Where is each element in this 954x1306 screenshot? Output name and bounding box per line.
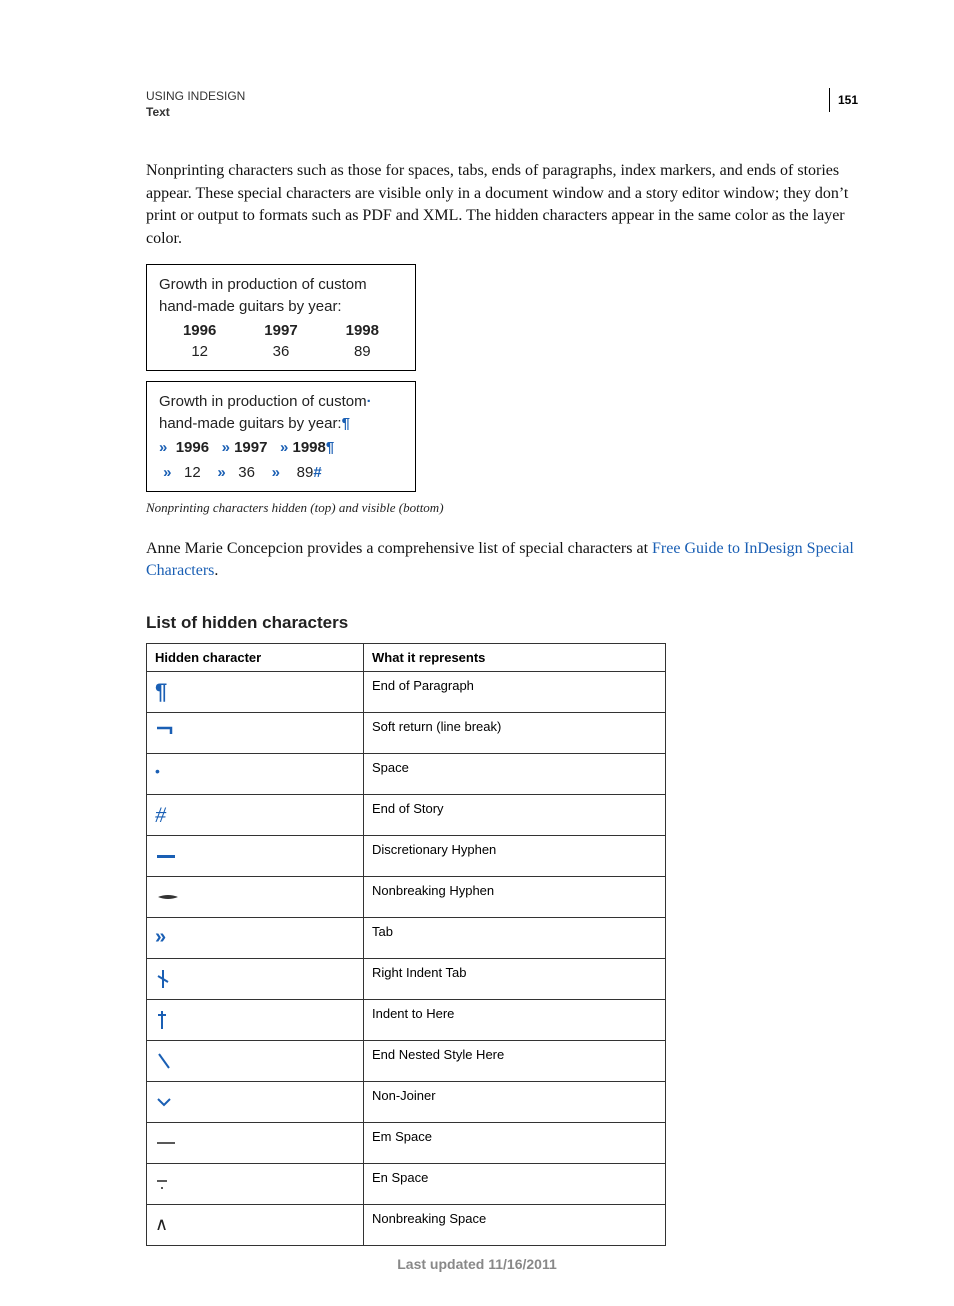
end-of-story-icon: # [313, 464, 321, 481]
hidden-char-meaning: End Nested Style Here [364, 1040, 666, 1081]
hidden-char-meaning: Soft return (line break) [364, 712, 666, 753]
section-heading: List of hidden characters [146, 613, 858, 633]
right-indent-tab-icon [147, 958, 364, 999]
figure-title-1a: Growth in production of custom [159, 275, 403, 295]
tab-icon: » [147, 917, 364, 958]
table-row: Soft return (line break) [147, 712, 666, 753]
val-1: 36 [273, 342, 290, 362]
figure-frame-hidden: Growth in production of custom hand-made… [146, 264, 416, 371]
pilcrow-icon: ¶ [326, 439, 334, 456]
hidden-char-meaning: Discretionary Hyphen [364, 835, 666, 876]
figure-title-2a: Growth in production of custom· [159, 392, 403, 412]
table-row: Discretionary Hyphen [147, 835, 666, 876]
table-row: Nonbreaking Hyphen [147, 876, 666, 917]
table-row: Right Indent Tab [147, 958, 666, 999]
nb-hyphen-icon [147, 876, 364, 917]
hidden-characters-table: Hidden character What it represents ¶End… [146, 643, 666, 1246]
val-0: 12 [191, 342, 208, 362]
table-row: •Space [147, 753, 666, 794]
hidden-char-meaning: Non-Joiner [364, 1081, 666, 1122]
pilcrow-icon: ¶ [147, 671, 364, 712]
running-head-line2: Text [146, 104, 245, 120]
hidden-char-meaning: End of Paragraph [364, 671, 666, 712]
table-row: Non-Joiner [147, 1081, 666, 1122]
year-0: 1996 [183, 321, 216, 341]
hidden-char-meaning: Space [364, 753, 666, 794]
hidden-char-meaning: Em Space [364, 1122, 666, 1163]
figure-frame-visible: Growth in production of custom· hand-mad… [146, 381, 416, 492]
pilcrow-icon: ¶ [342, 415, 350, 432]
year-1: 1997 [264, 321, 297, 341]
hidden-char-meaning: Indent to Here [364, 999, 666, 1040]
end-nested-icon [147, 1040, 364, 1081]
em-space-icon [147, 1122, 364, 1163]
space-dot-icon: · [367, 393, 372, 410]
non-joiner-icon [147, 1081, 364, 1122]
hidden-char-meaning: Right Indent Tab [364, 958, 666, 999]
figure-title-1b: hand-made guitars by year: [159, 297, 403, 317]
figure-years-visible: » 1996 » 1997 » 1998¶ [159, 438, 403, 458]
hidden-char-meaning: En Space [364, 1163, 666, 1204]
year-2: 1998 [346, 321, 379, 341]
en-space-icon [147, 1163, 364, 1204]
table-row: End Nested Style Here [147, 1040, 666, 1081]
hidden-char-meaning: Nonbreaking Space [364, 1204, 666, 1245]
link-lead: Anne Marie Concepcion provides a compreh… [146, 540, 652, 557]
figure-caption: Nonprinting characters hidden (top) and … [146, 500, 858, 516]
page-header: USING INDESIGN Text 151 [146, 88, 858, 120]
intro-paragraph: Nonprinting characters such as those for… [146, 160, 858, 250]
link-trail: . [214, 562, 218, 579]
running-head-line1: USING INDESIGN [146, 88, 245, 104]
tab-mark-icon: » [217, 464, 225, 481]
tab-mark-icon: » [280, 439, 288, 456]
table-row: »Tab [147, 917, 666, 958]
table-row: En Space [147, 1163, 666, 1204]
space-dot-icon: • [147, 753, 364, 794]
hidden-char-meaning: Tab [364, 917, 666, 958]
indent-to-here-icon [147, 999, 364, 1040]
page-number: 151 [829, 88, 858, 112]
nb-space-icon: ∧ [147, 1204, 364, 1245]
tab-mark-icon: » [163, 464, 171, 481]
hidden-char-meaning: Nonbreaking Hyphen [364, 876, 666, 917]
table-row: Em Space [147, 1122, 666, 1163]
hidden-char-meaning: End of Story [364, 794, 666, 835]
col-what-it-represents: What it represents [364, 643, 666, 671]
tab-mark-icon: » [222, 439, 230, 456]
val-2: 89 [354, 342, 371, 362]
tab-mark-icon: » [159, 439, 167, 456]
link-paragraph: Anne Marie Concepcion provides a compreh… [146, 538, 858, 583]
disc-hyphen-icon [147, 835, 364, 876]
table-row: Indent to Here [147, 999, 666, 1040]
table-row: #End of Story [147, 794, 666, 835]
figure-nonprinting-chars: Growth in production of custom hand-made… [146, 264, 858, 492]
table-row: ∧Nonbreaking Space [147, 1204, 666, 1245]
figure-title-2b: hand-made guitars by year:¶ [159, 414, 403, 434]
running-head: USING INDESIGN Text [146, 88, 245, 120]
end-of-story-icon: # [147, 794, 364, 835]
page-footer: Last updated 11/16/2011 [0, 1256, 954, 1272]
figure-vals-visible: » 12 » 36 » 89# [159, 463, 403, 483]
col-hidden-character: Hidden character [147, 643, 364, 671]
table-row: ¶End of Paragraph [147, 671, 666, 712]
softreturn-icon [147, 712, 364, 753]
tab-mark-icon: » [272, 464, 280, 481]
